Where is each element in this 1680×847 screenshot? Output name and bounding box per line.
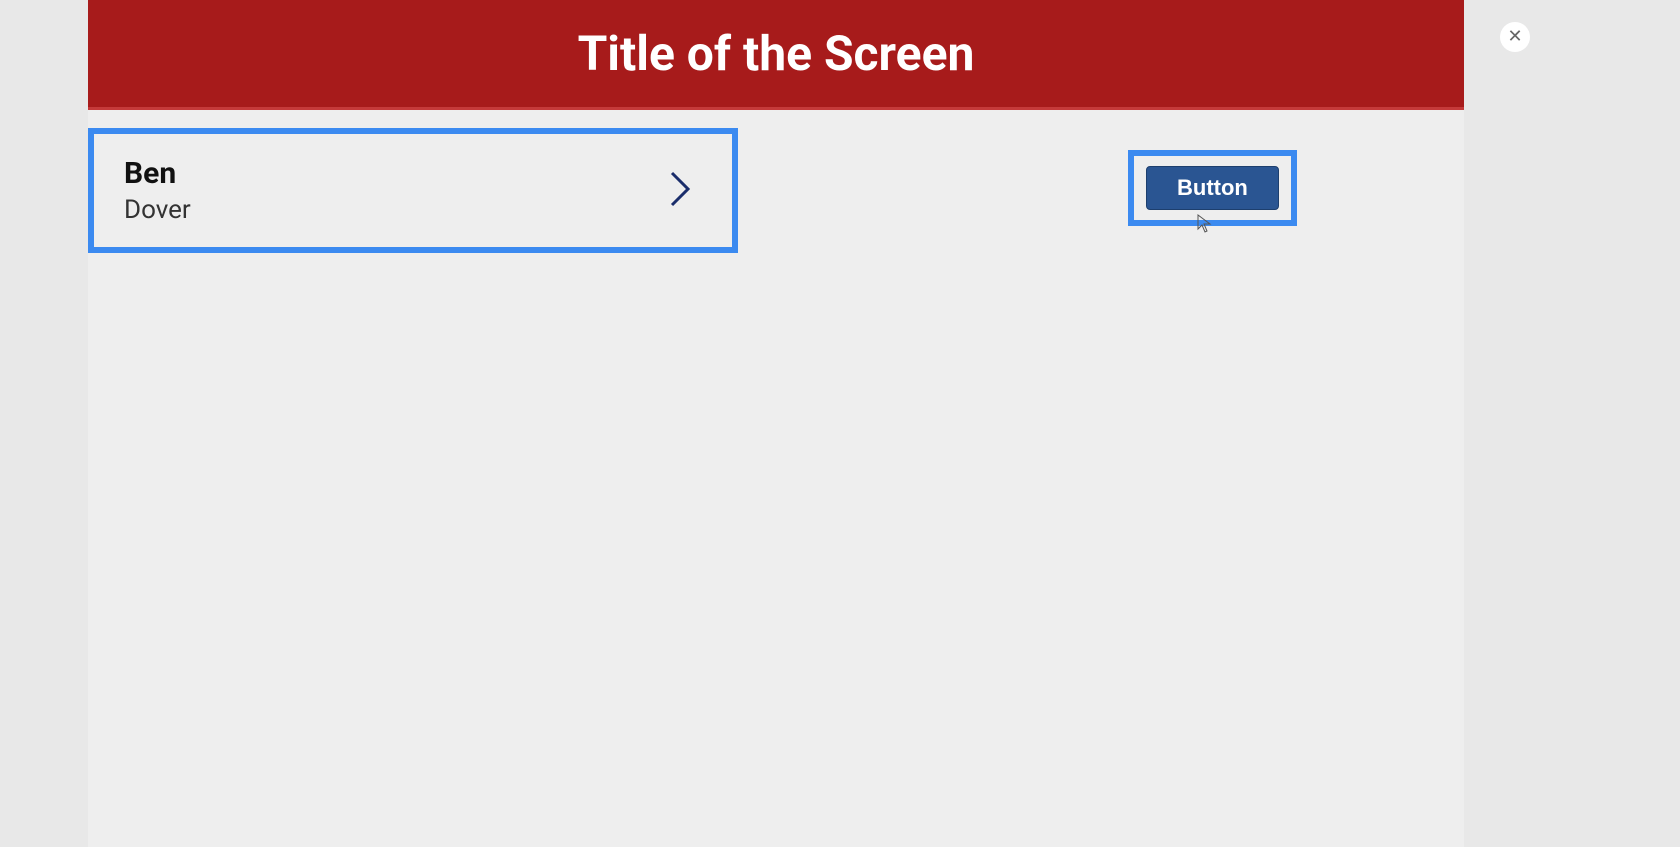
screen-header: Title of the Screen	[88, 0, 1464, 110]
list-item-title: Ben	[124, 156, 191, 191]
close-button[interactable]: ✕	[1500, 22, 1530, 52]
primary-button[interactable]: Button	[1146, 166, 1279, 210]
screen-container: Title of the Screen Ben Dover Button	[88, 0, 1464, 847]
content-area: Ben Dover Button	[88, 110, 1464, 253]
list-item[interactable]: Ben Dover	[88, 128, 738, 253]
list-item-subtitle: Dover	[124, 195, 191, 225]
screen-title: Title of the Screen	[578, 25, 975, 82]
button-highlight: Button	[1128, 150, 1297, 226]
chevron-right-icon	[668, 169, 692, 213]
list-item-text: Ben Dover	[124, 156, 191, 225]
close-icon: ✕	[1507, 28, 1522, 46]
